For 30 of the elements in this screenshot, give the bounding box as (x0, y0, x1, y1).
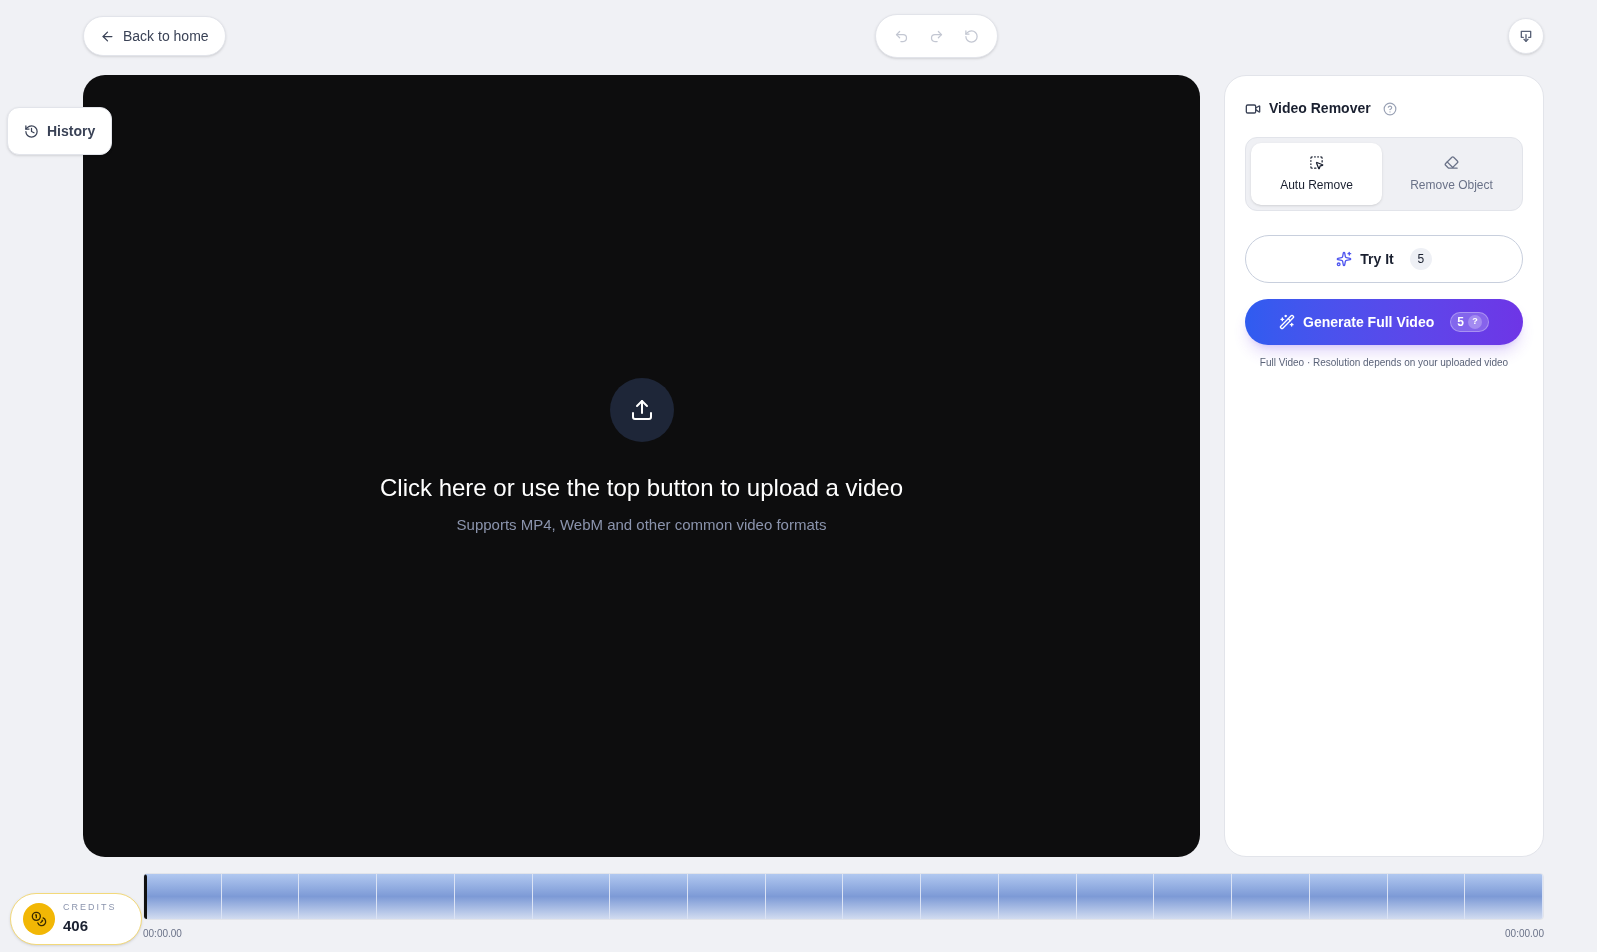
eraser-icon (1444, 154, 1459, 170)
upload-title: Click here or use the top button to upload a video (380, 472, 903, 503)
timeline-track[interactable] (143, 873, 1544, 920)
mode-tab[interactable]: Remove Object (1386, 143, 1517, 205)
try-count: 5 (1409, 248, 1432, 270)
upload-subtitle: Supports MP4, WebM and other common video formats (456, 514, 827, 535)
reset-icon (964, 28, 980, 44)
resolution-note: Full Video · Resolution depends on your uploaded video (1258, 356, 1510, 370)
start-time: 00:00.00 (143, 927, 182, 941)
download-icon (1518, 28, 1534, 44)
panel-title: Video Remover (1269, 99, 1371, 118)
credits-value: 406 (63, 915, 90, 936)
coins-icon (23, 903, 55, 935)
generate-button[interactable]: Generate Full Video 5 ? (1245, 299, 1523, 345)
mode-tab[interactable]: Autu Remove (1251, 143, 1382, 205)
help-badge: ? (1467, 315, 1482, 329)
magic-wand-icon (1279, 314, 1296, 330)
end-time: 00:00.00 (1505, 927, 1544, 941)
count-text: 5 (1457, 314, 1464, 331)
history-button[interactable]: History (7, 107, 113, 155)
undo-icon (894, 28, 910, 44)
download-button[interactable] (1508, 18, 1544, 54)
redo-icon (929, 28, 945, 44)
history-icon (24, 123, 39, 139)
dashed-select-icon (1309, 154, 1324, 170)
credits-label: CREDITS (63, 901, 117, 914)
sparkles-icon (1336, 251, 1353, 267)
back-button[interactable]: Back to home (83, 16, 226, 56)
playhead[interactable] (144, 874, 147, 919)
help-icon (1382, 101, 1397, 116)
